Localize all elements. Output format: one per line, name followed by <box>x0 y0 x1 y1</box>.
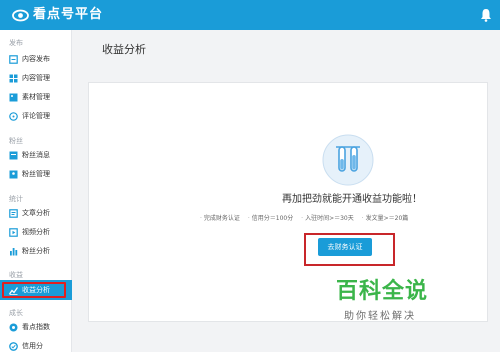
watermark: 百科全说 助你轻松解决 <box>336 278 464 344</box>
unlock-revenue-headline: 再加把劲就能开通收益功能啦！ <box>282 194 422 205</box>
eye-logo-icon <box>12 9 29 22</box>
requirement-item: 入驻时间>＝30天 <box>301 215 354 222</box>
requirement-item: 信用分＝100分 <box>248 215 293 222</box>
watermark-subtitle: 助你轻松解决 <box>344 311 416 322</box>
sidebar-item-fan-manage[interactable]: 粉丝管理 <box>0 164 72 184</box>
sidebar-item-fan-analysis[interactable]: 粉丝分析 <box>0 241 72 261</box>
message-icon <box>9 151 18 160</box>
index-icon <box>9 323 18 332</box>
line-chart-icon <box>9 287 18 295</box>
sidebar-item-label: 素材管理 <box>22 93 50 101</box>
sidebar-item-material-manage[interactable]: 素材管理 <box>0 87 72 107</box>
comment-icon <box>9 112 18 121</box>
page-title: 收益分析 <box>102 43 146 56</box>
sidebar-item-label: 文章分析 <box>22 209 50 217</box>
sidebar-item-label: 粉丝分析 <box>22 247 50 255</box>
sidebar-item-label: 看点指数 <box>22 323 50 331</box>
sidebar-item-label: 内容发布 <box>22 55 50 63</box>
financial-verification-button[interactable]: 去财务认证 <box>318 238 372 256</box>
sidebar-item-video-analysis[interactable]: 视频分析 <box>0 222 72 242</box>
sidebar-item-label: 收益分析 <box>22 286 50 294</box>
sidebar-item-label: 内容管理 <box>22 74 50 82</box>
bell-icon[interactable] <box>480 8 492 22</box>
sidebar-item-label: 粉丝消息 <box>22 151 50 159</box>
top-bar: 看点号平台 <box>0 0 500 30</box>
credit-icon <box>9 342 18 351</box>
sidebar-item-content-publish[interactable]: 内容发布 <box>0 49 72 69</box>
section-label-publish: 发布 <box>9 39 23 47</box>
watermark-title: 百科全说 <box>336 279 429 304</box>
sidebar: 发布 内容发布 内容管理 素材管理 评论管理 粉丝 粉丝消息 粉丝管理 统计 文… <box>0 30 72 352</box>
bar-chart-icon <box>10 248 18 256</box>
article-icon <box>9 209 18 218</box>
section-label-revenue: 收益 <box>9 271 23 279</box>
sidebar-item-label: 评论管理 <box>22 112 50 120</box>
requirement-item: 完成财务认证 <box>200 215 240 222</box>
grid-icon <box>9 74 18 83</box>
sidebar-item-revenue-analysis[interactable]: 收益分析 <box>0 280 72 300</box>
sidebar-item-label: 视频分析 <box>22 228 50 236</box>
sidebar-item-article-analysis[interactable]: 文章分析 <box>0 203 72 223</box>
sidebar-item-content-manage[interactable]: 内容管理 <box>0 68 72 88</box>
sidebar-item-kandian-index[interactable]: 看点指数 <box>0 317 72 337</box>
test-tube-illustration-icon <box>322 134 374 186</box>
requirements-list: 完成财务认证 信用分＝100分 入驻时间>＝30天 发文量>＝20篇 <box>200 214 500 223</box>
sidebar-item-credit-score[interactable]: 信用分 <box>0 336 72 352</box>
sidebar-item-label: 粉丝管理 <box>22 170 50 178</box>
image-icon <box>9 93 18 102</box>
sidebar-item-comment-manage[interactable]: 评论管理 <box>0 106 72 126</box>
sidebar-item-label: 信用分 <box>22 342 43 350</box>
brand-name: 看点号平台 <box>33 7 104 22</box>
user-icon <box>9 170 18 179</box>
video-icon <box>9 228 18 237</box>
requirement-item: 发文量>＝20篇 <box>362 215 409 222</box>
sidebar-item-fan-messages[interactable]: 粉丝消息 <box>0 145 72 165</box>
edit-document-icon <box>9 55 18 64</box>
